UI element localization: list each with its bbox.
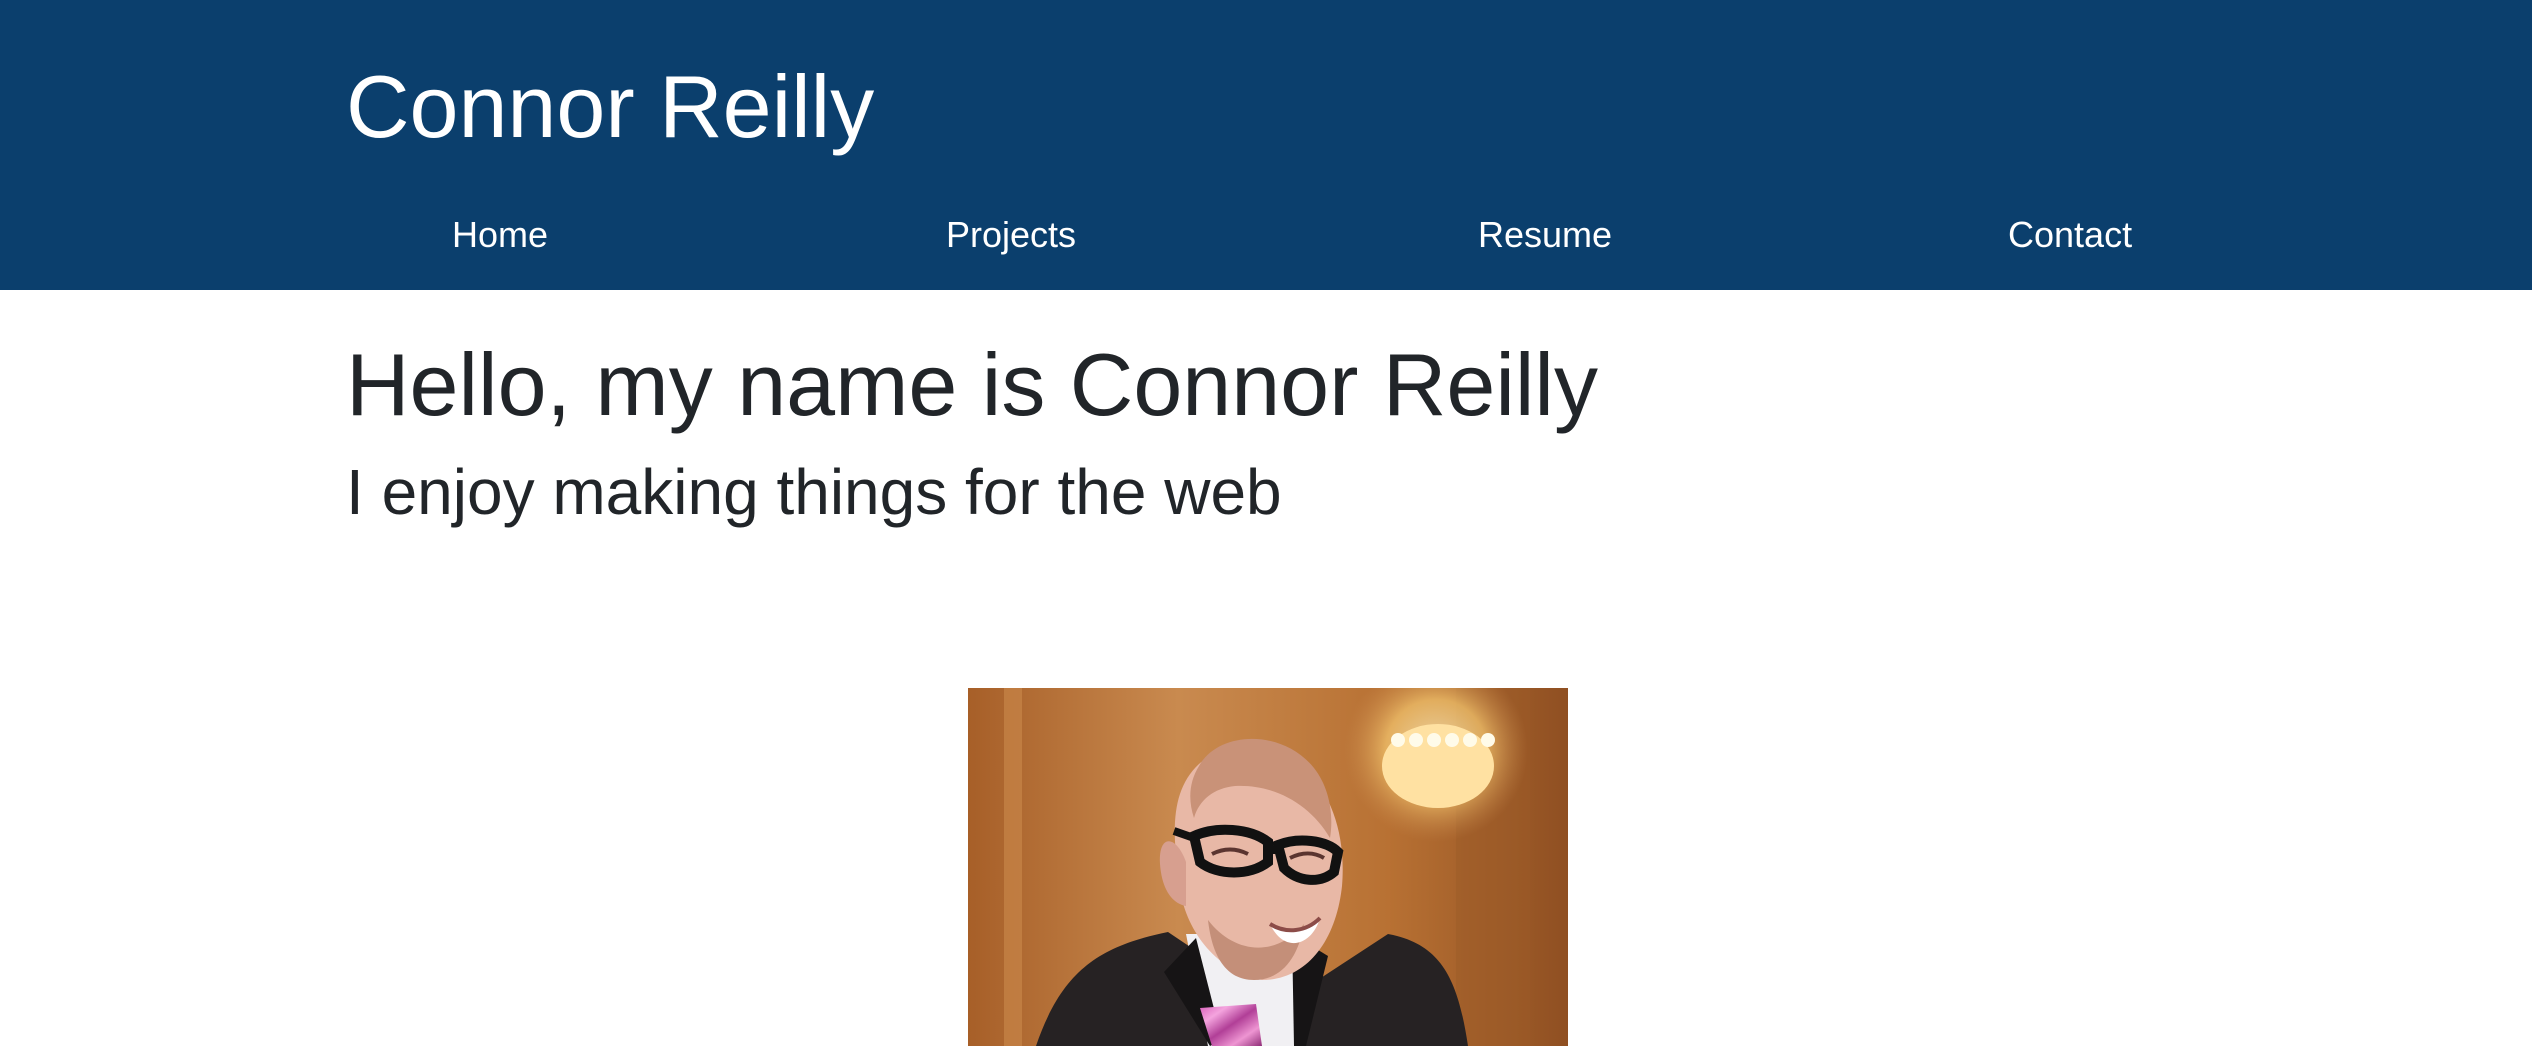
hero-subheading: I enjoy making things for the web	[346, 456, 1282, 528]
nav-link-resume[interactable]: Resume	[1478, 205, 1612, 265]
nav-link-contact[interactable]: Contact	[2008, 205, 2132, 265]
nav-link-home[interactable]: Home	[452, 205, 548, 265]
profile-photo	[968, 688, 1568, 1046]
site-header: Connor Reilly Home Projects Resume Conta…	[0, 0, 2532, 290]
hero-heading: Hello, my name is Connor Reilly	[346, 335, 1598, 434]
main-navigation: Home Projects Resume Contact	[346, 205, 2186, 265]
profile-photo-illustration	[968, 688, 1568, 1046]
nav-link-projects[interactable]: Projects	[946, 205, 1076, 265]
site-title: Connor Reilly	[346, 57, 875, 156]
